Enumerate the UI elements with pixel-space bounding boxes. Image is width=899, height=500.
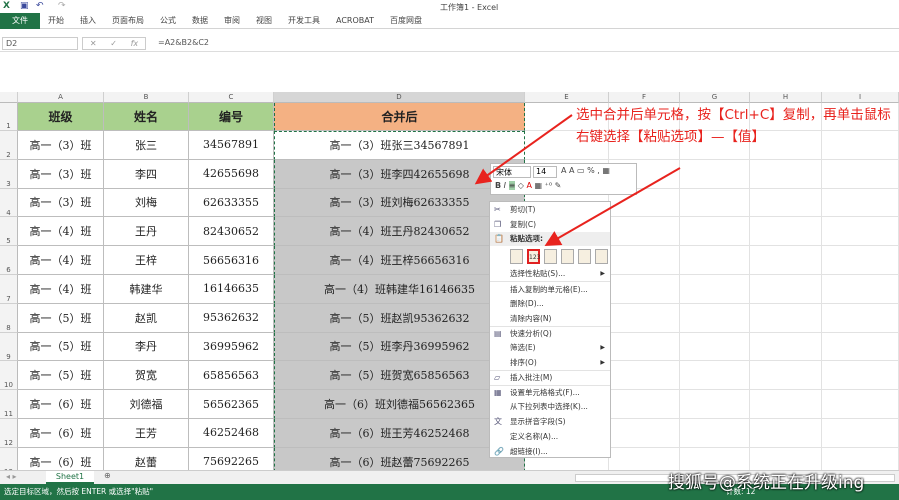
scroll-tabs-icon[interactable]: ◂ ▸ — [6, 472, 17, 481]
arrow-to-cell — [474, 114, 573, 185]
status-message: 选定目标区域，然后按 ENTER 或选择"粘贴" — [4, 487, 154, 496]
arrow-to-paste-values — [544, 167, 681, 246]
annotation-arrows — [474, 114, 681, 246]
sheet-tab-sheet1[interactable]: Sheet1 — [46, 471, 94, 484]
watermark: 搜狐号@系统正在升级ing — [668, 473, 865, 493]
add-sheet-icon[interactable]: ⊕ — [104, 471, 111, 480]
